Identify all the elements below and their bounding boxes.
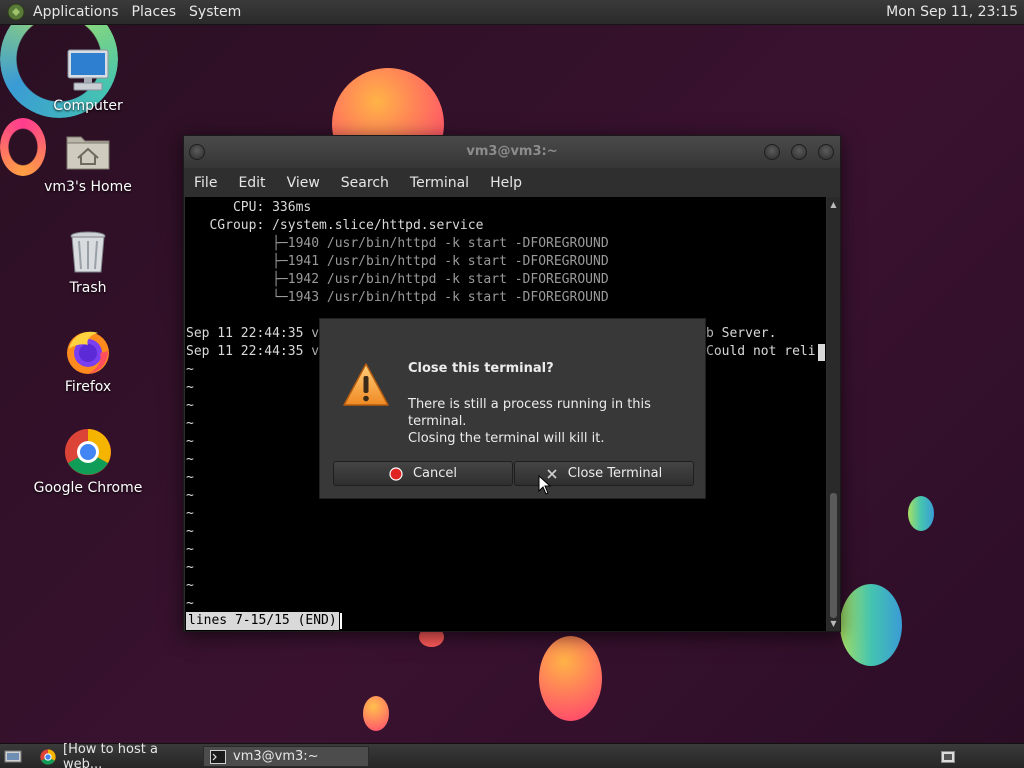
terminal-line: ├─1942 /usr/bin/httpd -k start -DFOREGRO… — [186, 272, 609, 287]
menu-help[interactable]: Help — [490, 175, 522, 191]
chrome-icon — [40, 748, 56, 765]
terminal-line: └─1943 /usr/bin/httpd -k start -DFOREGRO… — [186, 290, 609, 305]
scroll-up-icon[interactable]: ▲ — [829, 200, 838, 209]
places-menu[interactable]: Places — [132, 4, 177, 20]
cancel-button[interactable]: Cancel — [333, 461, 513, 486]
terminal-cursor — [340, 613, 342, 629]
terminal-icon — [210, 749, 226, 764]
tilde-line: ~ — [186, 452, 194, 467]
firefox-icon — [64, 327, 112, 375]
dialog-message: There is still a process running in this… — [408, 396, 698, 447]
computer-icon — [64, 46, 112, 94]
system-menu[interactable]: System — [189, 4, 241, 20]
terminal-truncation-marker — [818, 344, 825, 361]
window-title: vm3@vm3:~ — [466, 144, 558, 159]
top-panel: Applications Places System Mon Sep 11, 2… — [0, 0, 1024, 25]
wallpaper-blue-orb — [840, 584, 902, 666]
tilde-line: ~ — [186, 362, 194, 377]
desktop-icon-label: vm3's Home — [44, 179, 132, 195]
terminal-menubar: File Edit View Search Terminal Help — [184, 168, 840, 198]
warning-icon — [342, 361, 390, 409]
mouse-pointer-icon — [538, 475, 552, 495]
desktop-icon-trash[interactable]: Trash — [28, 228, 148, 296]
menu-search[interactable]: Search — [341, 175, 389, 191]
tilde-line: ~ — [186, 560, 194, 575]
desktop-icon-label: Trash — [69, 280, 107, 296]
terminal-line: ├─1940 /usr/bin/httpd -k start -DFOREGRO… — [186, 236, 609, 251]
tilde-line: ~ — [186, 542, 194, 557]
terminal-line: Sep 11 22:44:35 v — [186, 344, 320, 359]
tilde-line: ~ — [186, 524, 194, 539]
menu-file[interactable]: File — [194, 175, 217, 191]
wallpaper-orange-orb — [363, 696, 389, 731]
tilde-line: ~ — [186, 470, 194, 485]
wallpaper-orange-orb — [539, 636, 602, 721]
tilde-line: ~ — [186, 416, 194, 431]
terminal-line-tail: Could not reli — [706, 344, 816, 359]
clock[interactable]: Mon Sep 11, 23:15 — [886, 4, 1018, 20]
wallpaper-blue-orb — [908, 496, 934, 531]
trash-icon — [64, 228, 112, 276]
taskbar-item-chrome[interactable]: [How to host a web... — [34, 742, 200, 768]
terminal-line: Sep 11 22:44:35 v — [186, 326, 320, 341]
workspace-switcher-icon[interactable] — [938, 746, 956, 767]
show-desktop-icon[interactable] — [2, 746, 22, 767]
dialog-message-line: There is still a process running in this… — [408, 397, 651, 429]
menu-view[interactable]: View — [287, 175, 320, 191]
desktop-icon-chrome[interactable]: Google Chrome — [28, 428, 148, 496]
minimize-button[interactable] — [764, 144, 780, 160]
tilde-line: ~ — [186, 434, 194, 449]
window-titlebar[interactable]: vm3@vm3:~ — [184, 136, 840, 168]
cancel-icon — [389, 466, 403, 481]
desktop-icon-label: Computer — [53, 98, 123, 114]
chrome-icon — [64, 428, 112, 476]
terminal-line-tail: b Server. — [706, 326, 777, 341]
window-menu-button[interactable] — [189, 144, 205, 160]
close-terminal-dialog: Close this terminal? There is still a pr… — [319, 318, 706, 499]
menu-terminal[interactable]: Terminal — [410, 175, 469, 191]
tilde-line: ~ — [186, 380, 194, 395]
dialog-message-line: Closing the terminal will kill it. — [408, 431, 605, 446]
maximize-button[interactable] — [791, 144, 807, 160]
dialog-title: Close this terminal? — [408, 361, 554, 376]
scrollbar-thumb[interactable] — [830, 493, 837, 618]
desktop-icon-computer[interactable]: Computer — [28, 46, 148, 114]
close-terminal-label: Close Terminal — [567, 466, 663, 481]
desktop-icon-label: Google Chrome — [33, 480, 143, 496]
menu-edit[interactable]: Edit — [238, 175, 265, 191]
terminal-line: ├─1941 /usr/bin/httpd -k start -DFOREGRO… — [186, 254, 609, 269]
mate-logo-icon[interactable] — [5, 1, 27, 23]
tilde-line: ~ — [186, 506, 194, 521]
terminal-line: CGroup: /system.slice/httpd.service — [186, 218, 484, 233]
taskbar-item-terminal[interactable]: vm3@vm3:~ — [203, 746, 369, 767]
taskbar-item-label: vm3@vm3:~ — [233, 749, 319, 764]
home-folder-icon — [64, 127, 112, 175]
cancel-label: Cancel — [412, 466, 458, 481]
desktop-icon-label: Firefox — [64, 379, 112, 395]
terminal-scrollbar[interactable]: ▲ ▼ — [827, 197, 840, 631]
pager-status-line: lines 7-15/15 (END) — [186, 612, 339, 630]
bottom-taskbar: [How to host a web... vm3@vm3:~ — [0, 742, 1024, 768]
tilde-line: ~ — [186, 596, 194, 611]
tilde-line: ~ — [186, 398, 194, 413]
tilde-line: ~ — [186, 488, 194, 503]
tilde-line: ~ — [186, 578, 194, 593]
close-window-button[interactable] — [818, 144, 834, 160]
desktop-icon-firefox[interactable]: Firefox — [28, 327, 148, 395]
applications-menu[interactable]: Applications — [33, 4, 119, 20]
desktop-icon-home[interactable]: vm3's Home — [28, 127, 148, 195]
terminal-line: CPU: 336ms — [186, 200, 312, 215]
scroll-down-icon[interactable]: ▼ — [829, 619, 838, 628]
taskbar-item-label: [How to host a web... — [63, 741, 158, 768]
